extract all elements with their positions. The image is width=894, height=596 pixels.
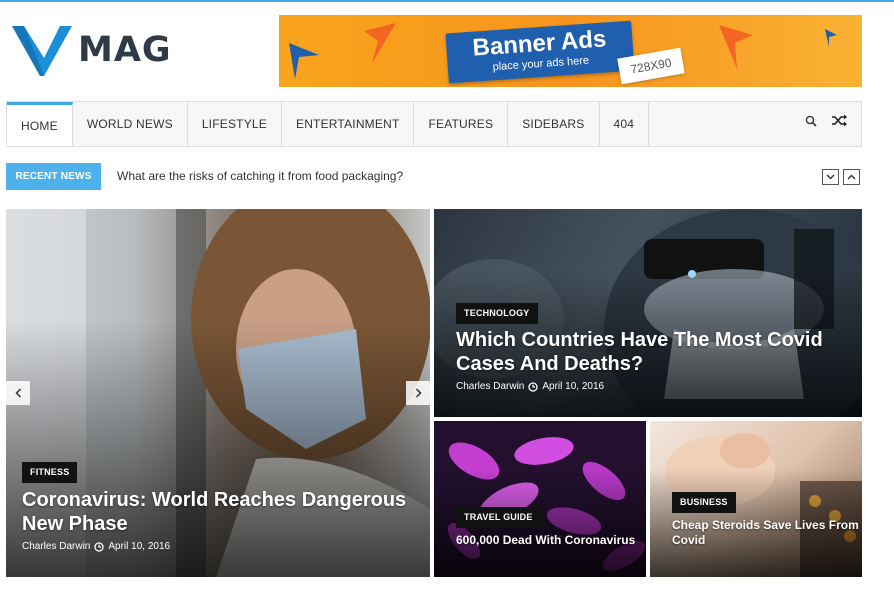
main-nav: HOME WORLD NEWS LIFESTYLE ENTERTAINMENT … xyxy=(6,101,862,147)
post-meta: Charles Darwin April 10, 2016 xyxy=(456,381,604,392)
post-meta: Charles Darwin April 10, 2016 xyxy=(22,541,170,552)
nav-item-entertainment[interactable]: ENTERTAINMENT xyxy=(282,102,415,146)
banner-arrow-icon xyxy=(719,25,753,69)
post-title[interactable]: Coronavirus: World Reaches Dangerous New… xyxy=(22,488,412,536)
chevron-right-icon xyxy=(415,388,422,398)
ticker-headline[interactable]: What are the risks of catching it from f… xyxy=(117,169,403,183)
post-author[interactable]: Charles Darwin xyxy=(22,541,90,552)
slider-next-button[interactable] xyxy=(406,381,430,405)
image-overlay xyxy=(6,319,430,577)
nav-item-features[interactable]: FEATURES xyxy=(414,102,509,146)
banner-arrow-icon xyxy=(289,43,319,79)
nav-item-sidebars[interactable]: SIDEBARS xyxy=(508,102,600,146)
nav-item-world-news[interactable]: WORLD NEWS xyxy=(73,102,188,146)
featured-post-large[interactable]: FITNESS Coronavirus: World Reaches Dange… xyxy=(6,209,430,577)
banner-arrow-icon xyxy=(825,29,837,47)
nav-item-404[interactable]: 404 xyxy=(600,102,650,146)
logo-v-icon xyxy=(12,26,72,76)
search-icon[interactable] xyxy=(805,115,817,127)
post-author[interactable]: Charles Darwin xyxy=(456,381,524,392)
banner-arrow-icon xyxy=(364,23,396,63)
nav-tools xyxy=(805,114,847,127)
post-date: April 10, 2016 xyxy=(108,541,171,552)
clock-icon xyxy=(528,381,539,392)
chevron-left-icon xyxy=(14,388,21,398)
post-date: April 10, 2016 xyxy=(542,381,605,392)
post-title[interactable]: 600,000 Dead With Coronavirus xyxy=(456,533,641,548)
category-badge[interactable]: TRAVEL GUIDE xyxy=(456,507,541,528)
post-title[interactable]: Which Countries Have The Most Covid Case… xyxy=(456,328,836,376)
banner-box: Banner Ads place your ads here xyxy=(445,20,635,84)
top-accent-line xyxy=(0,0,894,2)
slider-prev-button[interactable] xyxy=(6,381,30,405)
category-badge[interactable]: FITNESS xyxy=(22,462,78,483)
category-badge[interactable]: BUSINESS xyxy=(672,492,736,513)
ticker-next-button[interactable] xyxy=(822,169,839,185)
recent-news-label: RECENT NEWS xyxy=(6,163,101,190)
nav-item-lifestyle[interactable]: LIFESTYLE xyxy=(188,102,282,146)
shuffle-icon[interactable] xyxy=(831,114,847,127)
featured-post-technology[interactable]: TECHNOLOGY Which Countries Have The Most… xyxy=(434,209,862,417)
chevron-down-icon xyxy=(826,174,835,180)
featured-post-business[interactable]: BUSINESS Cheap Steroids Save Lives From … xyxy=(650,421,862,577)
logo-text: MAG xyxy=(78,30,172,70)
ticker-prev-button[interactable] xyxy=(843,169,860,185)
chevron-up-icon xyxy=(847,174,856,180)
clock-icon xyxy=(94,541,105,552)
banner-ad[interactable]: Banner Ads place your ads here 728X90 xyxy=(279,15,862,87)
site-logo[interactable]: MAG xyxy=(10,22,185,78)
featured-post-travel[interactable]: TRAVEL GUIDE 600,000 Dead With Coronavir… xyxy=(434,421,646,577)
category-badge[interactable]: TECHNOLOGY xyxy=(456,303,538,324)
nav-item-home[interactable]: HOME xyxy=(7,102,73,146)
post-title[interactable]: Cheap Steroids Save Lives From Covid xyxy=(672,518,860,548)
